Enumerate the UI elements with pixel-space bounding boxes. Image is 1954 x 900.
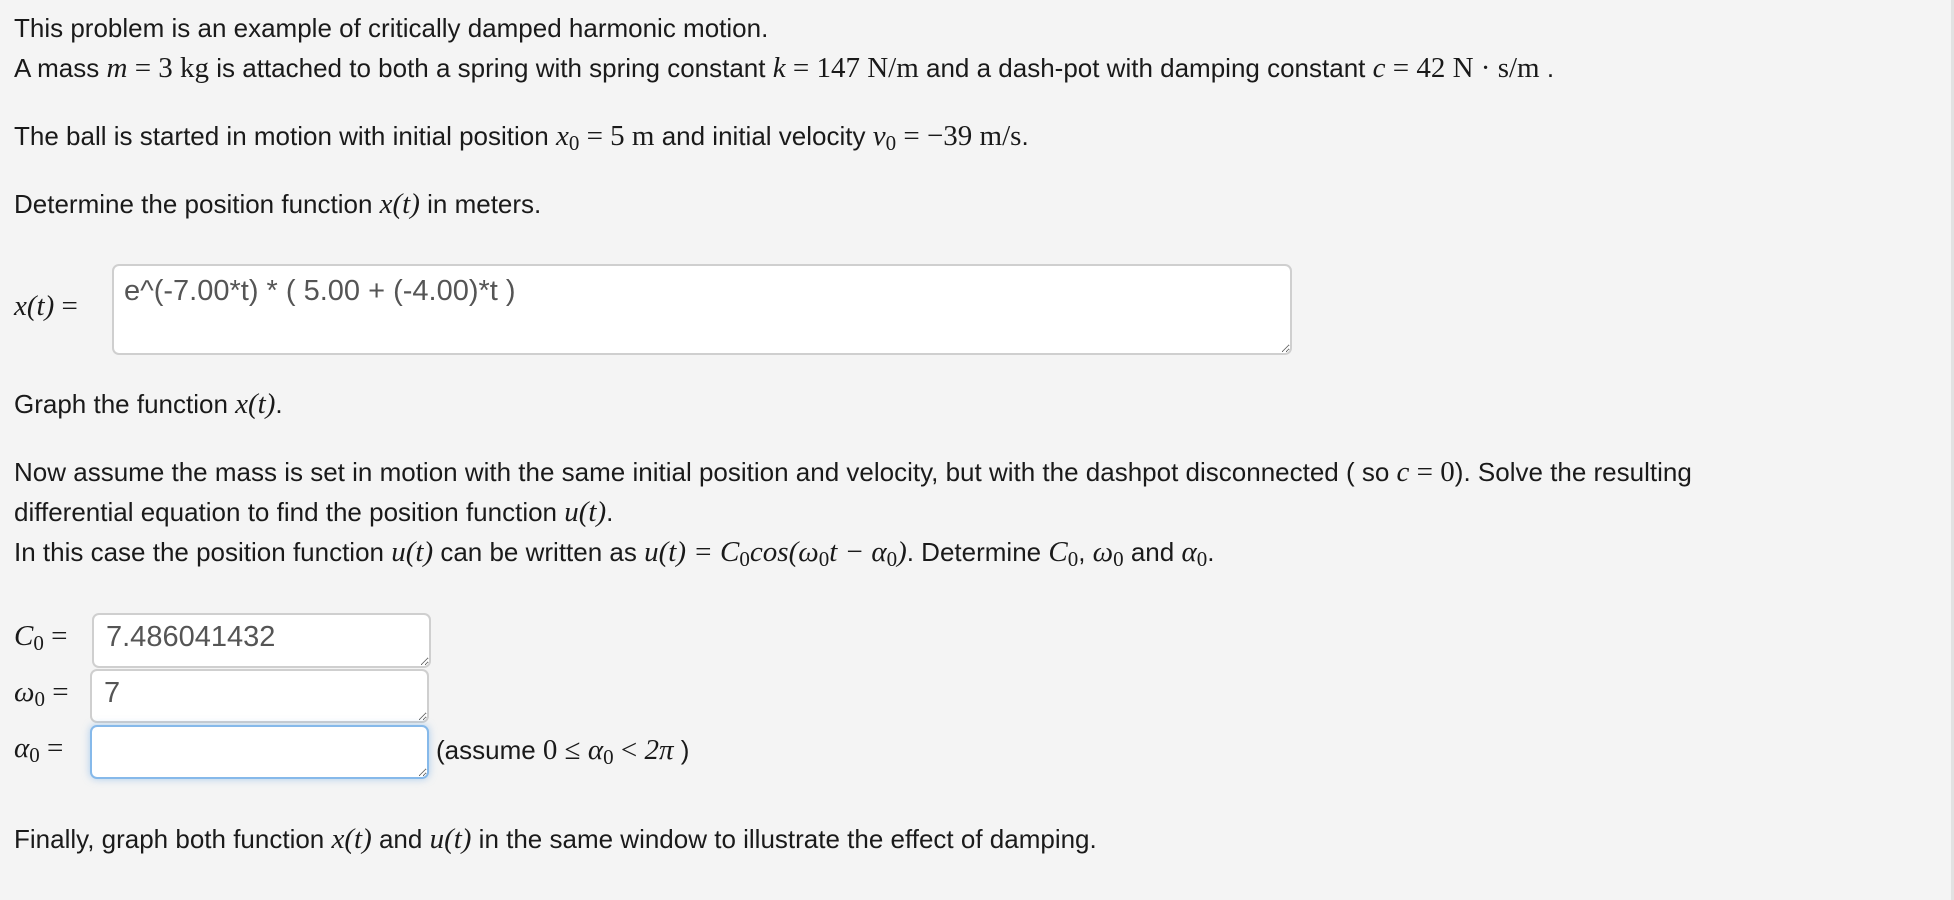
undamped-description-line1: Now assume the mass is set in motion wit… (14, 456, 1692, 488)
C0-input[interactable] (92, 613, 431, 668)
mass-spring-description: A mass m = 3 kg is attached to both a sp… (14, 52, 1554, 84)
ut-formula: u(t) = C0cos(ω0t − α0) (644, 536, 907, 571)
formula-part: cos(ω (749, 536, 819, 568)
equals-sign: = (43, 620, 68, 652)
text: . (1207, 537, 1215, 567)
graph-xt-text: Graph the function x(t). (14, 388, 283, 420)
text: and (371, 824, 430, 854)
le-sign: ≤ (557, 734, 588, 766)
w0-symbol: ω (14, 676, 35, 708)
c-zero: = 0 (1409, 456, 1455, 488)
c-symbol: c (1396, 456, 1410, 488)
subscript: 0 (33, 631, 44, 655)
w0-input[interactable] (90, 669, 429, 723)
formula-part: ) (897, 536, 907, 568)
text: and a dash-pot with damping constant (918, 53, 1373, 83)
v0-value: = −39 m/s (896, 120, 1022, 152)
a0-label: α0 = (14, 732, 63, 768)
equals-sign: = (54, 290, 78, 322)
text: in the same window to illustrate the eff… (471, 824, 1097, 854)
intro-text: This problem is an example of critically… (14, 13, 769, 43)
text: . (1021, 121, 1029, 151)
a0-symbol: α (587, 734, 604, 766)
text: . (275, 389, 283, 419)
text: A mass (14, 53, 107, 83)
equals-sign: = (39, 732, 64, 764)
final-graph-text: Finally, graph both function x(t) and u(… (14, 823, 1097, 855)
text: differential equation to find the positi… (14, 497, 565, 527)
text: . Determine (906, 537, 1049, 567)
C0-symbol: C (1048, 536, 1068, 568)
w0-symbol: ω (1092, 536, 1114, 568)
undamped-description-line2: differential equation to find the positi… (14, 496, 613, 528)
damping-constant-symbol: c (1372, 52, 1386, 84)
subscript: 0 (1196, 547, 1208, 571)
a0-symbol: α (14, 732, 30, 764)
lower-bound: 0 (542, 734, 558, 766)
subscript: 0 (603, 745, 614, 769)
equals-sign: = (44, 676, 69, 708)
text: Finally, graph both function (14, 824, 332, 854)
subscript: 0 (34, 687, 45, 711)
v0-subscript: 0 (885, 131, 897, 155)
text: . (606, 497, 614, 527)
text: and initial velocity (654, 121, 873, 151)
subscript: 0 (1067, 547, 1079, 571)
text: (assume (436, 735, 543, 765)
xt-answer-input[interactable] (112, 264, 1292, 355)
a0-range-note: (assume 0 ≤ α0 < 2π ) (436, 734, 689, 770)
xt-symbol: x(t) (235, 388, 276, 420)
x0-subscript: 0 (568, 131, 580, 155)
formula-subscript: 0 (739, 547, 750, 571)
damping-constant-value: = 42 N · s/m (1385, 52, 1540, 84)
a0-input[interactable] (90, 725, 429, 779)
ut-symbol: u(t) (564, 496, 607, 528)
xt-symbol: x(t) (14, 290, 55, 322)
ut-symbol: u(t) (391, 536, 434, 568)
text: The ball is started in motion with initi… (14, 121, 556, 151)
formula-part: u(t) = C (644, 536, 740, 568)
spring-constant-value: = 147 N/m (785, 52, 919, 84)
text: Graph the function (14, 389, 236, 419)
ut-symbol: u(t) (429, 823, 472, 855)
initial-conditions-text: The ball is started in motion with initi… (14, 120, 1029, 159)
text: ) (673, 735, 690, 765)
w0-label: ω0 = (14, 676, 69, 712)
v0-symbol: v (872, 120, 886, 152)
xt-symbol: x(t) (331, 823, 372, 855)
formula-subscript: 0 (886, 547, 898, 571)
text: can be written as (433, 537, 645, 567)
xt-label: x(t) = (14, 290, 78, 323)
xt-symbol: x(t) (379, 188, 420, 220)
mass-symbol: m (106, 52, 128, 84)
text: ). Solve the resulting (1454, 457, 1692, 487)
formula-subscript: 0 (818, 547, 830, 571)
C0-symbol: C (14, 620, 34, 652)
text: Now assume the mass is set in motion wit… (14, 457, 1397, 487)
formula-part: t − α (829, 536, 887, 568)
text: in meters. (419, 189, 542, 219)
mass-value: = 3 kg (127, 52, 210, 84)
text: Determine the position function (14, 189, 380, 219)
lt-sign: < (613, 734, 645, 766)
C0-label: C0 = (14, 620, 67, 656)
x0-value: = 5 m (579, 120, 655, 152)
spring-constant-symbol: k (772, 52, 786, 84)
a0-symbol: α (1181, 536, 1197, 568)
determine-xt-text: Determine the position function x(t) in … (14, 188, 541, 220)
text: and (1123, 537, 1182, 567)
subscript: 0 (29, 743, 40, 767)
text: . (1539, 53, 1555, 83)
undamped-form-text: In this case the position function u(t) … (14, 536, 1214, 575)
subscript: 0 (1113, 547, 1124, 571)
text: , (1078, 537, 1093, 567)
text: In this case the position function (14, 537, 392, 567)
x0-symbol: x (555, 120, 569, 152)
text: is attached to both a spring with spring… (209, 53, 773, 83)
upper-bound: 2π (644, 734, 674, 766)
